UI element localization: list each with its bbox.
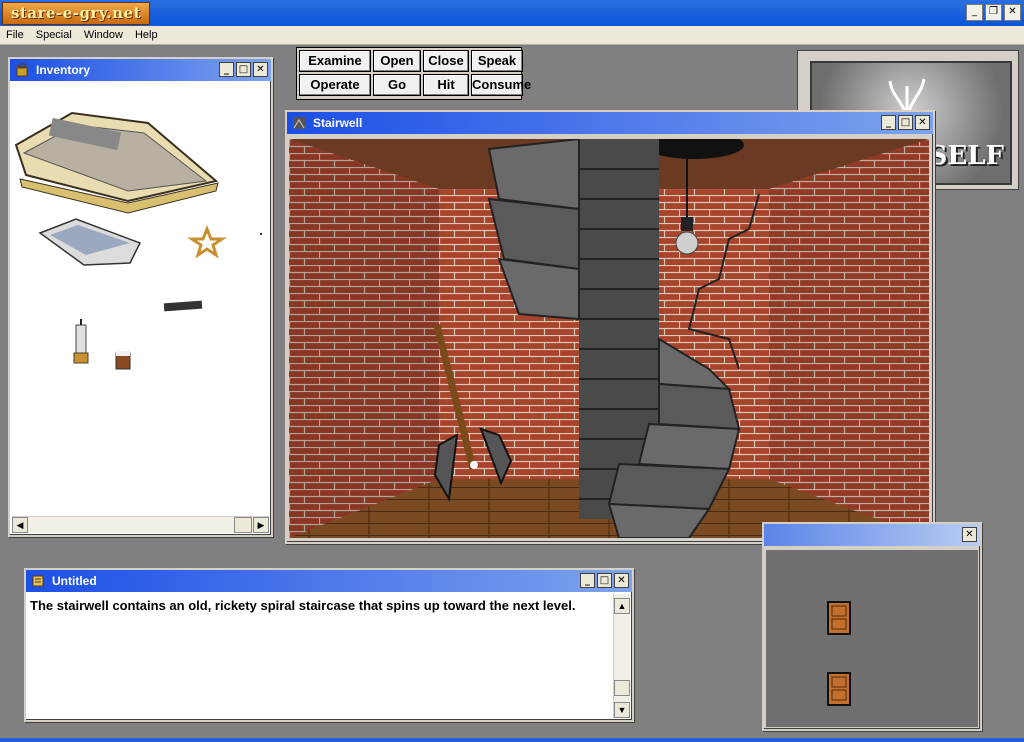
scroll-icon bbox=[32, 575, 44, 587]
inventory-minimize-button[interactable]: _ bbox=[219, 62, 234, 77]
exits-window: ✕ bbox=[762, 522, 982, 731]
narration-controls: _ □ ✕ bbox=[580, 573, 629, 588]
app-window-controls: _ ❐ ✕ bbox=[966, 4, 1021, 21]
open-button[interactable]: Open bbox=[373, 50, 421, 72]
menu-help[interactable]: Help bbox=[129, 26, 164, 44]
inventory-window: Inventory _ □ ✕ ◀ ▶ bbox=[8, 57, 273, 537]
jar-item[interactable] bbox=[115, 351, 131, 370]
exits-controls: ✕ bbox=[962, 527, 977, 542]
scroll-down-arrow[interactable]: ▼ bbox=[614, 702, 630, 718]
inventory-title-bar[interactable]: Inventory _ □ ✕ bbox=[10, 59, 271, 81]
room-icon bbox=[293, 117, 305, 129]
scroll-thumb[interactable] bbox=[614, 680, 630, 696]
scroll-up-arrow[interactable]: ▲ bbox=[614, 598, 630, 614]
menu-window[interactable]: Window bbox=[78, 26, 129, 44]
consume-button[interactable]: Consume bbox=[471, 74, 531, 96]
app-logo: stare-e-gry.net bbox=[2, 2, 150, 25]
stairwell-title: Stairwell bbox=[313, 116, 363, 130]
narration-text: The stairwell contains an old, rickety s… bbox=[30, 598, 576, 613]
book-stack-item[interactable] bbox=[14, 111, 219, 214]
narration-title: Untitled bbox=[52, 574, 97, 588]
stairwell-scene[interactable] bbox=[289, 139, 929, 538]
scroll-left-arrow[interactable]: ◀ bbox=[12, 517, 28, 533]
app-title-bar: stare-e-gry.net _ ❐ ✕ bbox=[0, 0, 1024, 26]
app-close-button[interactable]: ✕ bbox=[1004, 4, 1021, 21]
operate-button[interactable]: Operate bbox=[299, 74, 371, 96]
menu-file[interactable]: File bbox=[0, 26, 30, 44]
exits-title-bar[interactable]: ✕ bbox=[764, 524, 980, 546]
narration-maximize-button[interactable]: □ bbox=[597, 573, 612, 588]
inventory-title: Inventory bbox=[36, 63, 91, 77]
narration-close-button[interactable]: ✕ bbox=[614, 573, 629, 588]
hit-button[interactable]: Hit bbox=[423, 74, 469, 96]
taskbar-strip bbox=[0, 738, 1024, 742]
stairwell-minimize-button[interactable]: _ bbox=[881, 115, 896, 130]
speak-button[interactable]: Speak bbox=[471, 50, 523, 72]
inventory-close-button[interactable]: ✕ bbox=[253, 62, 268, 77]
pentagram-charm-item[interactable] bbox=[187, 224, 227, 259]
go-button[interactable]: Go bbox=[373, 74, 421, 96]
examine-button[interactable]: Examine bbox=[299, 50, 371, 72]
menu-special[interactable]: Special bbox=[30, 26, 78, 44]
stairwell-maximize-button[interactable]: □ bbox=[898, 115, 913, 130]
inventory-controls: _ □ ✕ bbox=[219, 62, 268, 77]
close-button[interactable]: Close bbox=[423, 50, 469, 72]
self-label: SELF bbox=[928, 141, 1004, 171]
app-minimize-button[interactable]: _ bbox=[966, 4, 983, 21]
door-icon[interactable] bbox=[827, 601, 851, 635]
narration-window: Untitled _ □ ✕ The stairwell contains an… bbox=[24, 568, 634, 722]
exits-area bbox=[766, 550, 978, 727]
stairwell-title-bar[interactable]: Stairwell _ □ ✕ bbox=[287, 112, 933, 134]
dark-bar-item[interactable] bbox=[163, 300, 203, 312]
inventory-horizontal-scrollbar[interactable]: ◀ ▶ bbox=[12, 516, 269, 533]
stairwell-controls: _ □ ✕ bbox=[881, 115, 930, 130]
scroll-thumb[interactable] bbox=[234, 517, 252, 533]
scroll-right-arrow[interactable]: ▶ bbox=[253, 517, 269, 533]
exits-close-button[interactable]: ✕ bbox=[962, 527, 977, 542]
door-icon[interactable] bbox=[827, 672, 851, 706]
narration-vertical-scrollbar[interactable]: ▲ ▼ bbox=[613, 594, 630, 718]
candle-item[interactable] bbox=[73, 319, 89, 364]
narration-title-bar[interactable]: Untitled _ □ ✕ bbox=[26, 570, 632, 592]
bag-icon bbox=[16, 63, 28, 77]
inventory-maximize-button[interactable]: □ bbox=[236, 62, 251, 77]
stairwell-close-button[interactable]: ✕ bbox=[915, 115, 930, 130]
narration-minimize-button[interactable]: _ bbox=[580, 573, 595, 588]
verb-panel: Examine Open Close Speak Operate Go Hit … bbox=[296, 47, 531, 100]
inventory-items bbox=[14, 111, 262, 370]
notebook-item[interactable] bbox=[38, 218, 142, 266]
menu-bar: File Special Window Help bbox=[0, 26, 1024, 45]
stairwell-window: Stairwell _ □ ✕ bbox=[285, 110, 935, 544]
app-restore-button[interactable]: ❐ bbox=[985, 4, 1002, 21]
